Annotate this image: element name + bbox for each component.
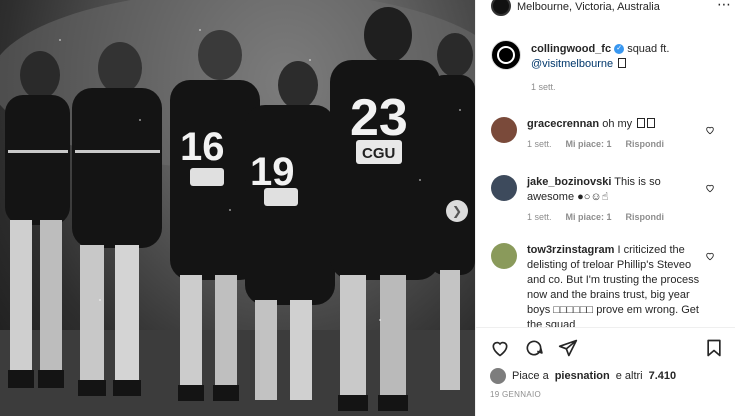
liker-avatar: [490, 368, 506, 384]
emoji-glyph-icon: [647, 118, 656, 128]
comment-like-heart-icon[interactable]: [705, 125, 715, 135]
sponsor-logo-text: CGU: [362, 145, 395, 162]
comment-username[interactable]: tow3rzinstagram: [527, 244, 614, 256]
verified-badge-icon: ✓: [614, 44, 625, 55]
liker-username[interactable]: piesnation: [555, 370, 610, 382]
post-header: Melbourne, Victoria, Australia ⋯: [491, 0, 731, 20]
team-huddle-image: 16 19 23 CGU: [0, 0, 475, 416]
post-sidebar: Melbourne, Victoria, Australia ⋯ colling…: [475, 0, 735, 416]
comment-reply-button[interactable]: Rispondi: [626, 139, 665, 149]
comment-avatar[interactable]: [491, 243, 517, 269]
jersey-number-23: 23: [350, 89, 408, 147]
comment-username[interactable]: jake_bozinovski: [527, 176, 611, 188]
likes-prefix: Piace a: [512, 370, 549, 382]
comment-likes[interactable]: Mi piace: 1: [566, 139, 612, 149]
author-username[interactable]: collingwood_fc: [531, 43, 611, 55]
post-actions: Piace a piesnation e altri 7.410 19 GENN…: [476, 327, 735, 416]
header-avatar[interactable]: [491, 0, 511, 16]
comment-username[interactable]: gracecrennan: [527, 118, 599, 130]
comment-item: jake_bozinovski This is so awesome ●○☺☝ …: [491, 175, 731, 222]
comment-age: 1 sett.: [527, 212, 552, 222]
likes-count[interactable]: 7.410: [649, 370, 677, 382]
like-heart-icon[interactable]: [490, 338, 510, 358]
more-options-icon[interactable]: ⋯: [717, 0, 731, 13]
comment-like-heart-icon[interactable]: [705, 251, 715, 261]
comment-bubble-icon[interactable]: [524, 338, 544, 358]
likes-summary[interactable]: Piace a piesnation e altri 7.410: [490, 368, 676, 384]
location-link[interactable]: Melbourne, Victoria, Australia: [517, 1, 660, 13]
emoji-glyph-icon: [618, 58, 627, 68]
share-paper-plane-icon[interactable]: [558, 338, 578, 358]
comment-age: 1 sett.: [527, 139, 552, 149]
post-date: 19 GENNAIO: [490, 390, 542, 399]
author-avatar[interactable]: [491, 40, 521, 70]
comment-like-heart-icon[interactable]: [705, 183, 715, 193]
caption-text: squad ft.: [627, 43, 670, 55]
caption-mention-link[interactable]: @visitmelbourne: [531, 58, 613, 70]
comment-text: oh my: [602, 118, 633, 130]
post-photo[interactable]: 16 19 23 CGU ❯: [0, 0, 475, 416]
jersey-number-16: 16: [180, 125, 225, 169]
comments-list[interactable]: gracecrennan oh my 1 sett. Mi piace: 1 R…: [476, 105, 735, 327]
comment-item: gracecrennan oh my 1 sett. Mi piace: 1 R…: [491, 117, 731, 149]
caption-age: 1 sett.: [531, 82, 556, 92]
comment-text: I criticized the delisting of treloar Ph…: [527, 244, 700, 327]
comment-item: tow3rzinstagram I criticized the delisti…: [491, 243, 731, 327]
likes-mid: e altri: [615, 370, 643, 382]
comment-avatar[interactable]: [491, 175, 517, 201]
emoji-glyph-icon: [637, 118, 646, 128]
next-image-arrow-icon[interactable]: ❯: [446, 200, 468, 222]
comment-avatar[interactable]: [491, 117, 517, 143]
comment-likes[interactable]: Mi piace: 1: [566, 212, 612, 222]
post-caption: collingwood_fc ✓ squad ft. @visitmelbour…: [491, 40, 731, 92]
save-bookmark-icon[interactable]: [704, 338, 724, 358]
comment-reply-button[interactable]: Rispondi: [626, 212, 665, 222]
jersey-number-19: 19: [250, 150, 295, 194]
